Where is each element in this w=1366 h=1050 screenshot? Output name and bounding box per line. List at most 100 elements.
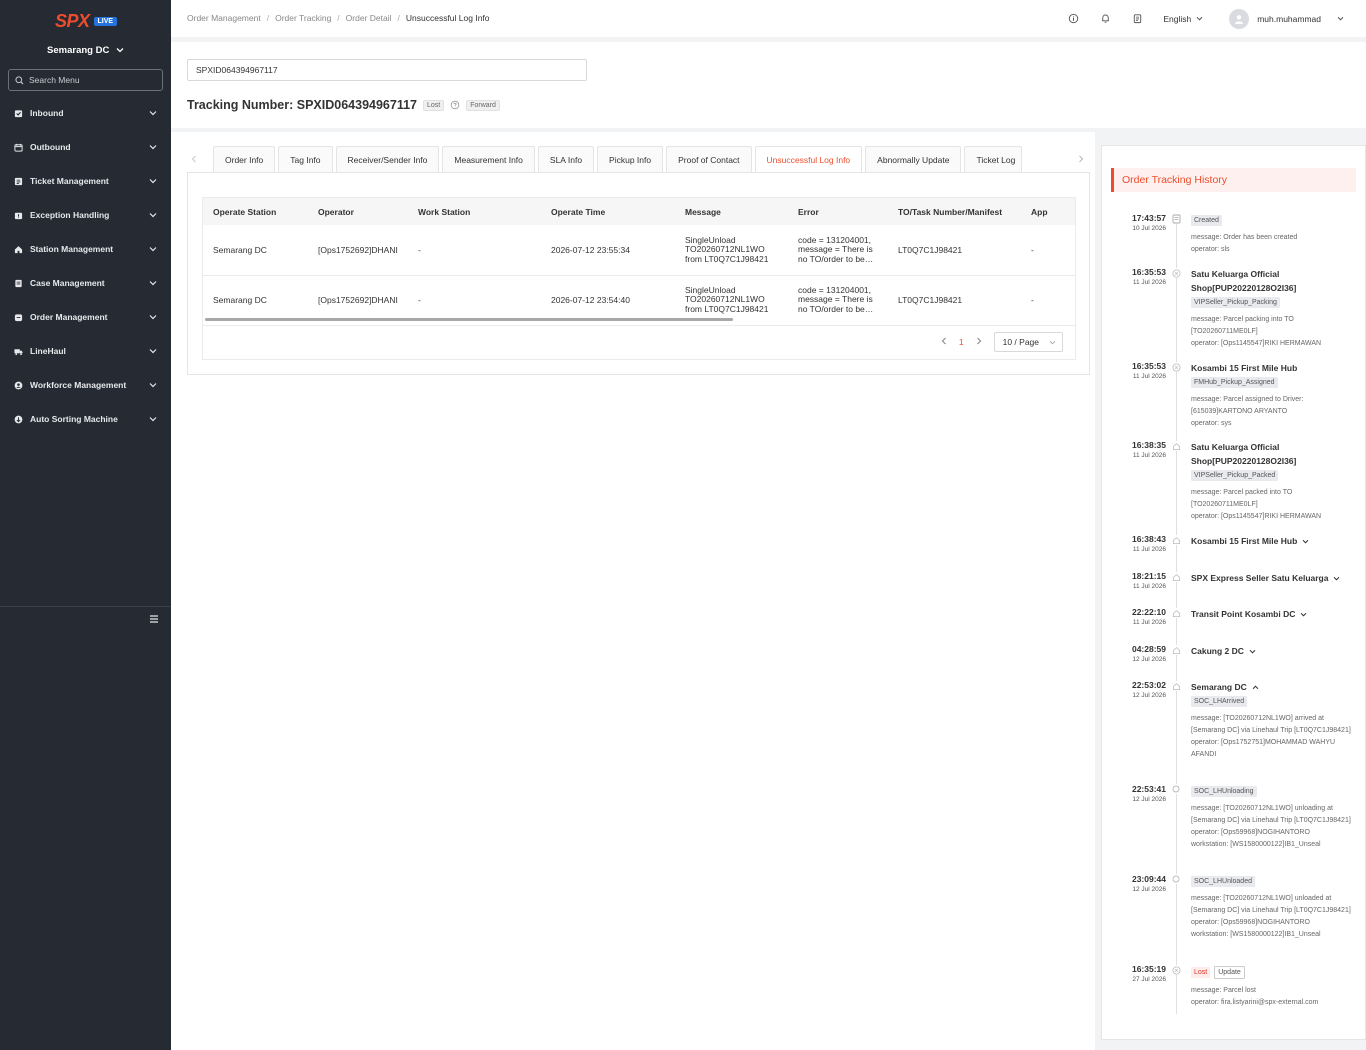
case-icon <box>14 279 23 288</box>
tab-abnormally-update[interactable]: Abnormally Update <box>865 146 962 172</box>
event-location-toggle[interactable]: Cakung 2 DC <box>1191 644 1359 658</box>
sidebar-item-auto-sorting-machine[interactable]: Auto Sorting Machine <box>0 402 171 436</box>
sidebar-item-exception-handling[interactable]: Exception Handling <box>0 198 171 232</box>
column-header: Operate Station <box>203 198 308 225</box>
event-status-chip: Created <box>1191 215 1222 226</box>
chevron-left-icon[interactable] <box>189 152 199 166</box>
event-message: message: Parcel packed into TO [TO202607… <box>1191 489 1293 508</box>
outbound-icon <box>14 143 23 152</box>
event-body[interactable]: Kosambi 15 First Mile Hub <box>1191 534 1359 548</box>
sidebar-item-label: Workforce Management <box>30 380 127 390</box>
sidebar-item-linehaul[interactable]: LineHaul <box>0 334 171 368</box>
event-body[interactable]: SPX Express Seller Satu Keluarga <box>1191 571 1359 585</box>
event-date: 12 Jul 2026 <box>1132 692 1166 699</box>
avatar <box>1229 8 1250 29</box>
breadcrumb-current: Unsuccessful Log Info <box>405 13 490 23</box>
event-body: Lost Update message: Parcel lost operator… <box>1191 964 1359 1009</box>
breadcrumb-separator: / <box>337 13 340 23</box>
top-actions: English muh.muhammad <box>1067 0 1366 37</box>
chevron-right-icon[interactable] <box>1076 152 1086 166</box>
status-badge: Lost <box>423 99 445 111</box>
cell-app: - <box>1021 225 1075 276</box>
event-operator: operator: [Ops1145547]RIKI HERMAWAN <box>1191 513 1322 520</box>
menu-collapse-icon[interactable] <box>148 613 160 625</box>
sidebar-menu: Inbound Outbound Ticket Management Excep… <box>0 96 171 436</box>
chevron-left-icon[interactable] <box>941 337 947 347</box>
chevron-down-icon <box>1049 340 1056 344</box>
breadcrumb-order-detail[interactable]: Order Detail <box>346 13 392 23</box>
page-number[interactable]: 1 <box>959 337 964 347</box>
circle-x-icon <box>1171 965 1181 975</box>
tab-ticket-log[interactable]: Ticket Log <box>964 146 1023 172</box>
tab-proof-of-contact[interactable]: Proof of Contact <box>666 146 752 172</box>
chevron-up-icon <box>1252 685 1259 689</box>
event-location-toggle[interactable]: SPX Express Seller Satu Keluarga <box>1191 571 1359 585</box>
tab-bar: Order Info Tag Info Receiver/Sender Info… <box>187 146 1090 172</box>
event-date: 12 Jul 2026 <box>1132 886 1166 893</box>
event-location-toggle[interactable]: Kosambi 15 First Mile Hub <box>1191 534 1359 548</box>
event-message: message: Parcel assigned to Driver: [615… <box>1191 396 1304 415</box>
tab-order-info[interactable]: Order Info <box>213 146 276 172</box>
sidebar-item-label: Auto Sorting Machine <box>30 414 118 424</box>
horizontal-scrollbar[interactable] <box>205 318 733 321</box>
question-circle-icon[interactable] <box>450 100 460 110</box>
circle-dot-icon <box>1171 784 1181 794</box>
house-icon <box>1171 645 1181 655</box>
sidebar-item-inbound[interactable]: Inbound <box>0 96 171 130</box>
event-location-toggle[interactable]: Semarang DC <box>1191 680 1359 694</box>
sidebar-item-label: Inbound <box>30 108 64 118</box>
sidebar-item-outbound[interactable]: Outbound <box>0 130 171 164</box>
table-header-row: Operate Station Operator Work Station Op… <box>203 198 1075 225</box>
inbound-icon <box>14 109 23 118</box>
tracking-number-input[interactable]: SPXID064394967117 <box>187 59 587 81</box>
event-time: 16:35:19 <box>1131 964 1166 974</box>
chevron-down-icon <box>149 210 157 220</box>
tab-tag-info[interactable]: Tag Info <box>278 146 333 172</box>
tab-unsuccessful-log-info[interactable]: Unsuccessful Log Info <box>754 146 863 172</box>
column-header: Error <box>788 198 888 225</box>
language-label: English <box>1163 13 1192 24</box>
tab-receiver-sender-info[interactable]: Receiver/Sender Info <box>335 146 440 172</box>
chevron-down-icon <box>149 278 157 288</box>
sidebar-item-ticket-management[interactable]: Ticket Management <box>0 164 171 198</box>
event-location: Kosambi 15 First Mile Hub <box>1191 363 1298 373</box>
bell-icon[interactable] <box>1099 13 1111 25</box>
chevron-down-icon <box>1337 16 1344 21</box>
sidebar-item-label: Station Management <box>30 244 114 254</box>
chevron-right-icon[interactable] <box>976 337 982 347</box>
chevron-down-icon <box>149 312 157 322</box>
chevron-down-icon <box>149 346 157 356</box>
event-location: Semarang DC <box>1191 682 1247 692</box>
update-chip: Update <box>1214 966 1245 979</box>
chevron-down-icon <box>149 108 157 118</box>
tab-sla-info[interactable]: SLA Info <box>537 146 595 172</box>
sidebar-item-station-management[interactable]: Station Management <box>0 232 171 266</box>
clipboard-icon[interactable] <box>1131 13 1143 25</box>
spx-logo[interactable]: SPX LIVE <box>55 10 118 32</box>
pagination: 1 10 / Page <box>941 332 1063 352</box>
tracking-number-value: SPXID064394967117 <box>196 65 278 75</box>
language-selector[interactable]: English <box>1163 14 1203 24</box>
tab-measurement-info[interactable]: Measurement Info <box>442 146 535 172</box>
event-date: 11 Jul 2026 <box>1132 452 1166 459</box>
event-status-chip: SOC_LHUnloading <box>1191 786 1257 797</box>
tab-pickup-info[interactable]: Pickup Info <box>597 146 664 172</box>
user-menu[interactable]: muh.muhammad <box>1229 8 1344 29</box>
event-location-toggle[interactable]: Transit Point Kosambi DC <box>1191 607 1359 621</box>
info-circle-icon[interactable] <box>1067 13 1079 25</box>
station-switcher[interactable]: Semarang DC <box>0 45 171 56</box>
column-header: Message <box>675 198 788 225</box>
event-time: 04:28:59 <box>1131 644 1166 654</box>
breadcrumb-order-management[interactable]: Order Management <box>187 13 261 23</box>
event-status-chip: VIPSeller_Pickup_Packing <box>1191 297 1280 308</box>
event-body[interactable]: Cakung 2 DC <box>1191 644 1359 658</box>
breadcrumb-order-tracking[interactable]: Order Tracking <box>275 13 331 23</box>
page-size-select[interactable]: 10 / Page <box>993 332 1063 352</box>
event-body[interactable]: Transit Point Kosambi DC <box>1191 607 1359 621</box>
search-menu-input[interactable]: Search Menu <box>8 69 163 91</box>
sidebar-item-case-management[interactable]: Case Management <box>0 266 171 300</box>
event-operator: operator: [Ops59968]NOGIHANTORO <box>1191 919 1310 926</box>
sidebar-item-workforce-management[interactable]: Workforce Management <box>0 368 171 402</box>
tabs: Order Info Tag Info Receiver/Sender Info… <box>213 146 1023 172</box>
sidebar-item-order-management[interactable]: Order Management <box>0 300 171 334</box>
